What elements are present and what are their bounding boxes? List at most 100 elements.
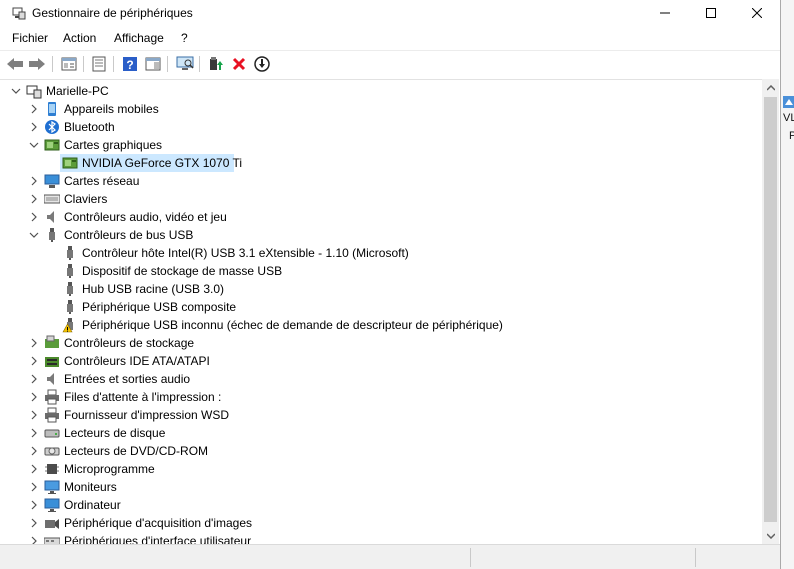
tree-root[interactable]: Marielle-PC [0,82,760,100]
scroll-up-button[interactable] [762,79,779,96]
tree-category[interactable]: Cartes réseau [0,172,760,190]
tree-category[interactable]: Contrôleurs de bus USB [0,226,760,244]
monitor-icon [44,480,60,494]
scroll-down-button[interactable] [762,527,779,544]
update-driver-button[interactable] [206,54,226,74]
menu-help[interactable]: ? [181,31,188,45]
properties-icon [61,57,77,71]
printer-icon [45,389,59,405]
tree-expander[interactable] [28,370,40,388]
menu-action[interactable]: Action [63,31,96,45]
maximize-button[interactable] [688,0,734,26]
tree-item-label: Lecteurs de DVD/CD-ROM [64,444,209,458]
chevron-down-icon [11,88,21,94]
tree-category[interactable]: Moniteurs [0,478,760,496]
tree-expander[interactable] [28,442,40,460]
tree-expander[interactable] [28,478,40,496]
tree-item-label: Marielle-PC [46,84,109,98]
properties-button[interactable] [59,54,79,74]
tree-expander[interactable] [28,424,40,442]
tree-device[interactable]: NVIDIA GeForce GTX 1070 Ti [0,154,760,172]
tree-category[interactable]: Cartes graphiques [0,136,760,154]
tree-expander[interactable] [28,208,40,226]
chevron-right-icon [31,428,37,438]
tree-category[interactable]: Microprogramme [0,460,760,478]
usb-icon [49,228,55,242]
tree-expander[interactable] [28,352,40,370]
minimize-button[interactable] [642,0,688,26]
device-tree[interactable]: Marielle-PC Appareils mobiles Bluetooth Car… [0,79,762,545]
chevron-right-icon [31,338,37,348]
status-separator [695,548,696,567]
tree-item-label: Dispositif de stockage de masse USB [82,264,283,278]
tree-expander[interactable] [10,82,22,100]
show-hidden-button[interactable] [89,54,109,74]
tree-category[interactable]: Contrôleurs de stockage [0,334,760,352]
device-manager-icon [12,7,26,20]
chevron-right-icon [31,464,37,474]
help-button[interactable]: ? [120,54,140,74]
tree-expander[interactable] [28,496,40,514]
tree-device[interactable]: Dispositif de stockage de masse USB [0,262,760,280]
vertical-scrollbar[interactable] [762,79,779,544]
tree-expander[interactable] [28,388,40,406]
chevron-right-icon [31,122,37,132]
tree-category[interactable]: Appareils mobiles [0,100,760,118]
scan-hardware-button[interactable] [175,54,195,74]
forward-button[interactable] [27,54,47,74]
tree-expander[interactable] [28,100,40,118]
tree-category[interactable]: Contrôleurs IDE ATA/ATAPI [0,352,760,370]
tree-expander[interactable] [28,226,40,244]
desktop-shortcut-label[interactable]: VLC [783,112,794,124]
back-button[interactable] [5,54,25,74]
tree-item-label: Cartes graphiques [64,138,163,152]
action-pane-button[interactable] [143,54,163,74]
disable-button[interactable] [252,54,272,74]
tree-device[interactable]: Périphérique USB composite [0,298,760,316]
tree-item-label: Hub USB racine (USB 3.0) [82,282,225,296]
tree-item-label: Contrôleurs de stockage [64,336,195,350]
tree-device[interactable]: Contrôleur hôte Intel(R) USB 3.1 eXtensi… [0,244,760,262]
camera-icon [45,519,59,529]
chevron-right-icon [31,104,37,114]
mobile-device-icon [48,102,56,116]
tree-expander[interactable] [28,172,40,190]
chevron-up-icon [766,84,775,91]
chevron-right-icon [31,482,37,492]
tree-expander[interactable] [28,118,40,136]
title-bar[interactable]: Gestionnaire de périphériques [0,0,780,26]
chevron-right-icon [31,212,37,222]
tree-device[interactable]: Hub USB racine (USB 3.0) [0,280,760,298]
uninstall-icon [232,57,246,71]
tree-category[interactable]: Files d'attente à l'impression : [0,388,760,406]
tree-item-label: Files d'attente à l'impression : [64,390,222,404]
tree-item-label: Ordinateur [64,498,121,512]
tree-category[interactable]: Claviers [0,190,760,208]
forward-icon [29,58,45,70]
bluetooth-icon [45,120,59,134]
menu-file[interactable]: Fichier [12,31,48,45]
tree-expander[interactable] [28,190,40,208]
tree-category[interactable]: Bluetooth [0,118,760,136]
tree-expander[interactable] [28,136,40,154]
tree-item-label: NVIDIA GeForce GTX 1070 Ti [82,156,243,170]
tree-category[interactable]: Lecteurs de DVD/CD-ROM [0,442,760,460]
tree-device[interactable]: Périphérique USB inconnu (échec de deman… [0,316,760,334]
close-button[interactable] [734,0,780,26]
tree-item-label: Microprogramme [64,462,155,476]
tree-expander[interactable] [28,406,40,424]
tree-expander[interactable] [28,460,40,478]
tree-category[interactable]: Fournisseur d'impression WSD [0,406,760,424]
chevron-right-icon [31,176,37,186]
menu-view[interactable]: Affichage [114,31,164,45]
desktop-shortcut-label-2[interactable]: P [789,130,794,142]
tree-category[interactable]: Contrôleurs audio, vidéo et jeu [0,208,760,226]
tree-category[interactable]: Entrées et sorties audio [0,370,760,388]
uninstall-button[interactable] [229,54,249,74]
tree-expander[interactable] [28,334,40,352]
tree-category[interactable]: Lecteurs de disque [0,424,760,442]
tree-expander[interactable] [28,514,40,532]
tree-category[interactable]: Périphérique d'acquisition d'images [0,514,760,532]
scroll-thumb[interactable] [764,97,777,522]
tree-category[interactable]: Ordinateur [0,496,760,514]
